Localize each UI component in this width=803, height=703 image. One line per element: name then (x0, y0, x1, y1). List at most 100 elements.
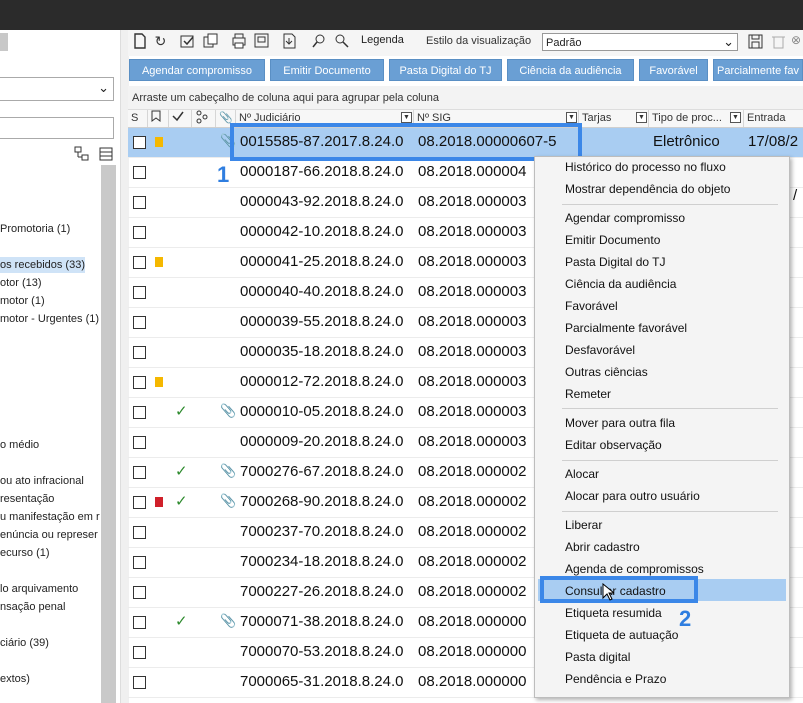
favoravel-button[interactable]: Favorável (639, 59, 708, 81)
menu-item-agendar-compromisso[interactable]: Agendar compromisso (565, 211, 685, 225)
column-header-hierarchy[interactable] (192, 110, 216, 127)
download-doc-icon[interactable] (281, 33, 298, 50)
export-icon[interactable] (253, 33, 270, 50)
row-checkbox[interactable] (133, 136, 146, 149)
menu-item-liberar[interactable]: Liberar (565, 518, 602, 532)
tree-item[interactable]: lo arquivamento (0, 581, 78, 597)
tree-expand-icon[interactable] (74, 146, 90, 165)
menu-item-emitir-documento[interactable]: Emitir Documento (565, 233, 660, 247)
document-icon[interactable] (131, 33, 148, 50)
parcialmente-favoravel-button[interactable]: Parcialmente fav (713, 59, 803, 81)
select-all-icon[interactable] (179, 33, 196, 50)
row-checkbox[interactable] (133, 496, 146, 509)
row-checkbox[interactable] (133, 166, 146, 179)
row-checkbox[interactable] (133, 586, 146, 599)
annotation-box-2 (540, 576, 698, 603)
tree-item[interactable]: resentação (0, 491, 54, 507)
menu-item-outras-ciencias[interactable]: Outras ciências (565, 365, 648, 379)
zoom-icon[interactable] (333, 33, 350, 50)
row-checkbox[interactable] (133, 676, 146, 689)
queue-select[interactable]: ⌄ (0, 77, 114, 101)
tree-item[interactable]: motor - Urgentes (1) (0, 311, 99, 327)
nr-judiciario-cell: 0000009-20.2018.8.24.0 (240, 433, 404, 450)
trash-icon[interactable] (771, 34, 786, 52)
menu-item-historico[interactable]: Histórico do processo no fluxo (565, 160, 726, 174)
filter-dropdown-icon[interactable]: ▼ (636, 112, 647, 123)
menu-item-etiqueta-autuacao[interactable]: Etiqueta de autuação (565, 628, 678, 642)
agendar-compromisso-button[interactable]: Agendar compromisso (129, 59, 265, 81)
row-checkbox[interactable] (133, 526, 146, 539)
row-checkbox[interactable] (133, 466, 146, 479)
menu-item-pasta-digital[interactable]: Pasta digital (565, 650, 630, 664)
menu-item-mostrar-dependencia[interactable]: Mostrar dependência do objeto (565, 182, 730, 196)
menu-item-desfavoravel[interactable]: Desfavorável (565, 343, 635, 357)
menu-item-agenda-compromissos[interactable]: Agenda de compromissos (565, 562, 704, 576)
row-checkbox[interactable] (133, 406, 146, 419)
print-icon[interactable] (230, 33, 247, 50)
row-checkbox[interactable] (133, 256, 146, 269)
row-checkbox[interactable] (133, 376, 146, 389)
filter-dropdown-icon[interactable]: ▼ (730, 112, 741, 123)
column-header-s[interactable]: S (128, 110, 148, 127)
menu-item-pendencia-prazo[interactable]: Pendência e Prazo (565, 672, 666, 686)
refresh-icon[interactable]: ↻ (152, 33, 169, 50)
pasta-digital-button[interactable]: Pasta Digital do TJ (389, 59, 502, 81)
legenda-button[interactable]: Legenda (361, 34, 404, 46)
tree-item-selected[interactable]: os recebidos (33) (0, 257, 85, 273)
search-list-icon[interactable] (310, 33, 327, 50)
row-checkbox[interactable] (133, 436, 146, 449)
view-style-value: Padrão (546, 37, 582, 49)
nr-sig-cell: 08.2018.000002 (418, 553, 527, 570)
tree-item[interactable]: ciário (39) (0, 635, 49, 651)
emitir-documento-button[interactable]: Emitir Documento (270, 59, 384, 81)
tree-item[interactable]: ou ato infracional (0, 473, 84, 489)
column-header-entrada[interactable]: Entrada (744, 110, 803, 127)
group-by-hint[interactable]: Arraste um cabeçalho de coluna aqui para… (128, 86, 803, 110)
left-panel-scrollbar[interactable] (101, 165, 116, 703)
tree-item[interactable]: Promotoria (1) (0, 221, 70, 237)
row-checkbox[interactable] (133, 196, 146, 209)
save-icon[interactable] (748, 34, 763, 52)
row-checkbox[interactable] (133, 346, 146, 359)
left-panel-tab-strip (0, 33, 8, 51)
tree-filter-input[interactable] (0, 117, 114, 139)
row-checkbox[interactable] (133, 316, 146, 329)
mouse-cursor-icon (602, 582, 616, 604)
chevron-down-icon: ⌄ (723, 34, 734, 49)
tree-item[interactable]: motor (1) (0, 293, 45, 309)
column-header-flag[interactable] (148, 110, 169, 127)
tree-item[interactable]: otor (13) (0, 275, 42, 291)
nr-sig-cell: 08.2018.000000 (418, 613, 527, 630)
tree-item[interactable]: enúncia ou represer (0, 527, 98, 543)
ciencia-audiencia-button[interactable]: Ciência da audiência (507, 59, 634, 81)
filter-dropdown-icon[interactable]: ▼ (566, 112, 577, 123)
filter-dropdown-icon[interactable]: ▼ (401, 112, 412, 123)
view-style-select[interactable]: Padrão ⌄ (542, 33, 738, 51)
tree-item[interactable]: extos) (0, 671, 30, 687)
tree-item[interactable]: u manifestação em r (0, 509, 100, 525)
tree-item[interactable]: o médio (0, 437, 39, 453)
row-checkbox[interactable] (133, 286, 146, 299)
copy-icon[interactable] (202, 33, 219, 50)
paperclip-icon: 📎 (220, 613, 237, 628)
menu-item-alocar[interactable]: Alocar (565, 467, 599, 481)
close-icon[interactable]: ⊗ (791, 33, 801, 47)
menu-item-etiqueta-resumida[interactable]: Etiqueta resumida (565, 606, 662, 620)
menu-item-favoravel[interactable]: Favorável (565, 299, 618, 313)
menu-item-mover-fila[interactable]: Mover para outra fila (565, 416, 675, 430)
menu-item-parcialmente-favoravel[interactable]: Parcialmente favorável (565, 321, 687, 335)
column-header-check[interactable] (169, 110, 192, 127)
menu-item-pasta-digital-tj[interactable]: Pasta Digital do TJ (565, 255, 666, 269)
row-checkbox[interactable] (133, 616, 146, 629)
menu-item-ciencia-audiencia[interactable]: Ciência da audiência (565, 277, 676, 291)
tree-item[interactable]: ecurso (1) (0, 545, 50, 561)
menu-item-abrir-cadastro[interactable]: Abrir cadastro (565, 540, 640, 554)
row-checkbox[interactable] (133, 556, 146, 569)
menu-item-editar-observacao[interactable]: Editar observação (565, 438, 662, 452)
row-checkbox[interactable] (133, 646, 146, 659)
row-checkbox[interactable] (133, 226, 146, 239)
tree-item[interactable]: nsação penal (0, 599, 65, 615)
tree-collapse-icon[interactable] (98, 146, 114, 165)
menu-item-remeter[interactable]: Remeter (565, 387, 611, 401)
menu-item-alocar-outro-usuario[interactable]: Alocar para outro usuário (565, 489, 700, 503)
